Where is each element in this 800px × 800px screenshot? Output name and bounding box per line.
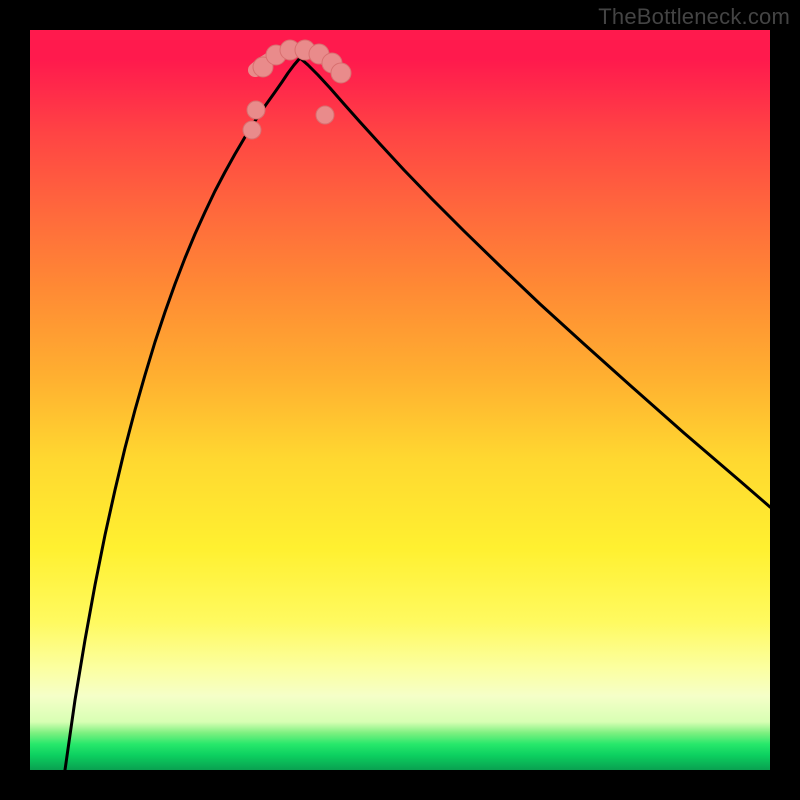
plot-area — [30, 30, 770, 770]
data-marker — [243, 121, 261, 139]
chart-svg — [30, 30, 770, 770]
data-marker — [247, 101, 265, 119]
data-marker — [331, 63, 351, 83]
curve-left — [65, 58, 300, 770]
curve-right — [300, 58, 770, 507]
watermark-text: TheBottleneck.com — [598, 4, 790, 30]
marker-group — [243, 40, 351, 139]
data-marker — [316, 106, 334, 124]
outer-frame: TheBottleneck.com — [0, 0, 800, 800]
